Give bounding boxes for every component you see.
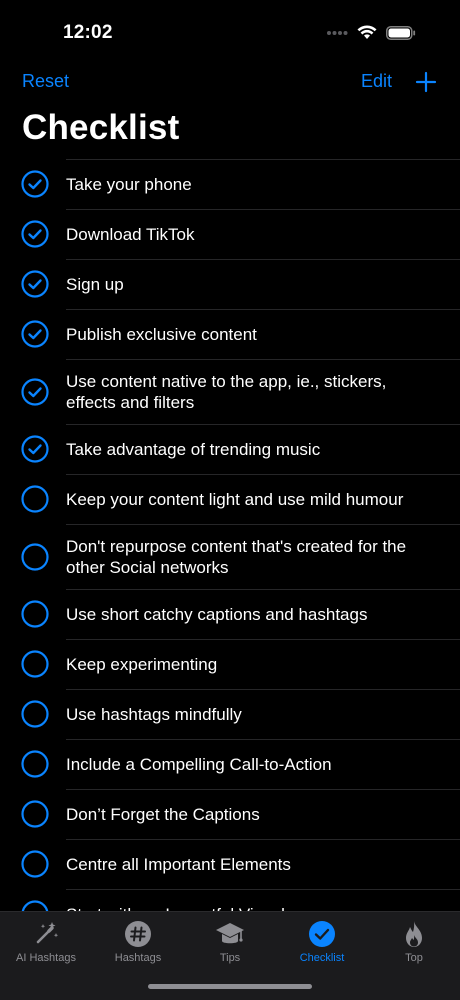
cellular-signal-icon	[327, 30, 348, 35]
tab-label: Tips	[219, 952, 241, 964]
checklist-item[interactable]: Keep experimenting	[0, 639, 460, 689]
checklist-item-label: Sign up	[66, 274, 124, 294]
checklist-item[interactable]: Don't repurpose content that's created f…	[0, 524, 460, 589]
checklist-item[interactable]: Take advantage of trending music	[0, 424, 460, 474]
flame-icon	[406, 921, 422, 947]
checklist-item-label: Use hashtags mindfully	[66, 704, 242, 724]
tab-label: Top	[405, 952, 423, 964]
checklist-item-label: Use content native to the app, ie., stic…	[66, 371, 387, 412]
checked-circle-icon[interactable]	[21, 270, 49, 298]
checked-circle-icon[interactable]	[21, 220, 49, 248]
checklist[interactable]: Take your phone Download TikTok Sign up …	[0, 159, 460, 911]
checklist-item[interactable]: Start with an Impactful Visual	[0, 889, 460, 911]
hashtag-icon	[125, 921, 151, 947]
checklist-item-label: Use short catchy captions and hashtags	[66, 604, 368, 624]
tab-label: Checklist	[299, 952, 345, 964]
tab-label: AI Hashtags	[16, 952, 76, 964]
checklist-item-label: Take your phone	[66, 174, 192, 194]
checklist-item-label: Take advantage of trending music	[66, 439, 321, 459]
checklist-item[interactable]: Centre all Important Elements	[0, 839, 460, 889]
unchecked-circle-icon[interactable]	[21, 650, 49, 678]
unchecked-circle-icon[interactable]	[21, 485, 49, 513]
unchecked-circle-icon[interactable]	[21, 542, 49, 571]
checklist-item[interactable]: Take your phone	[0, 159, 460, 209]
add-item-button[interactable]	[414, 70, 438, 94]
tab-ai-hashtags[interactable]: AI Hashtags	[0, 912, 92, 1000]
checklist-item-label: Don't repurpose content that's created f…	[66, 536, 407, 577]
checklist-item[interactable]: Use hashtags mindfully	[0, 689, 460, 739]
navigation-bar: Reset Edit	[0, 62, 460, 102]
checklist-item-label: Centre all Important Elements	[66, 854, 291, 874]
unchecked-circle-icon[interactable]	[21, 900, 49, 911]
magic-wand-icon	[36, 922, 59, 944]
plus-icon	[415, 71, 437, 93]
checklist-item-label: Keep experimenting	[66, 654, 218, 674]
unchecked-circle-icon[interactable]	[21, 700, 49, 728]
status-bar: 12:02	[0, 0, 460, 60]
unchecked-circle-icon[interactable]	[21, 750, 49, 778]
checkmark-circle-icon	[309, 921, 335, 947]
checklist-item-label: Include a Compelling Call-to-Action	[66, 754, 332, 774]
edit-button[interactable]: Edit	[361, 71, 392, 92]
checked-circle-icon[interactable]	[21, 320, 49, 348]
checked-circle-icon[interactable]	[21, 435, 49, 463]
page-title: Checklist	[22, 108, 180, 147]
checklist-item[interactable]: Don’t Forget the Captions	[0, 789, 460, 839]
checklist-item[interactable]: Sign up	[0, 259, 460, 309]
wifi-icon	[357, 25, 377, 39]
checklist-item-label: Publish exclusive content	[66, 324, 257, 344]
graduation-cap-icon	[216, 923, 244, 944]
battery-icon	[386, 25, 416, 40]
checklist-item[interactable]: Use short catchy captions and hashtags	[0, 589, 460, 639]
unchecked-circle-icon[interactable]	[21, 800, 49, 828]
tab-top[interactable]: Top	[368, 912, 460, 1000]
checklist-item[interactable]: Publish exclusive content	[0, 309, 460, 359]
checklist-item[interactable]: Download TikTok	[0, 209, 460, 259]
checklist-item-label: Start with an Impactful Visual	[66, 904, 309, 912]
checked-circle-icon[interactable]	[21, 377, 49, 406]
checked-circle-icon[interactable]	[21, 170, 49, 198]
checklist-item-label: Don’t Forget the Captions	[66, 804, 260, 824]
checklist-item-label: Download TikTok	[66, 224, 195, 244]
unchecked-circle-icon[interactable]	[21, 850, 49, 878]
unchecked-circle-icon[interactable]	[21, 600, 49, 628]
checklist-item-label: Keep your content light and use mild hum…	[66, 489, 404, 509]
checklist-item[interactable]: Include a Compelling Call-to-Action	[0, 739, 460, 789]
tab-label: Hashtags	[114, 952, 162, 964]
checklist-item[interactable]: Use content native to the app, ie., stic…	[0, 359, 460, 424]
reset-button[interactable]: Reset	[22, 71, 69, 92]
status-time: 12:02	[63, 22, 113, 43]
status-icons	[326, 25, 416, 40]
home-indicator	[148, 984, 312, 989]
checklist-item[interactable]: Keep your content light and use mild hum…	[0, 474, 460, 524]
